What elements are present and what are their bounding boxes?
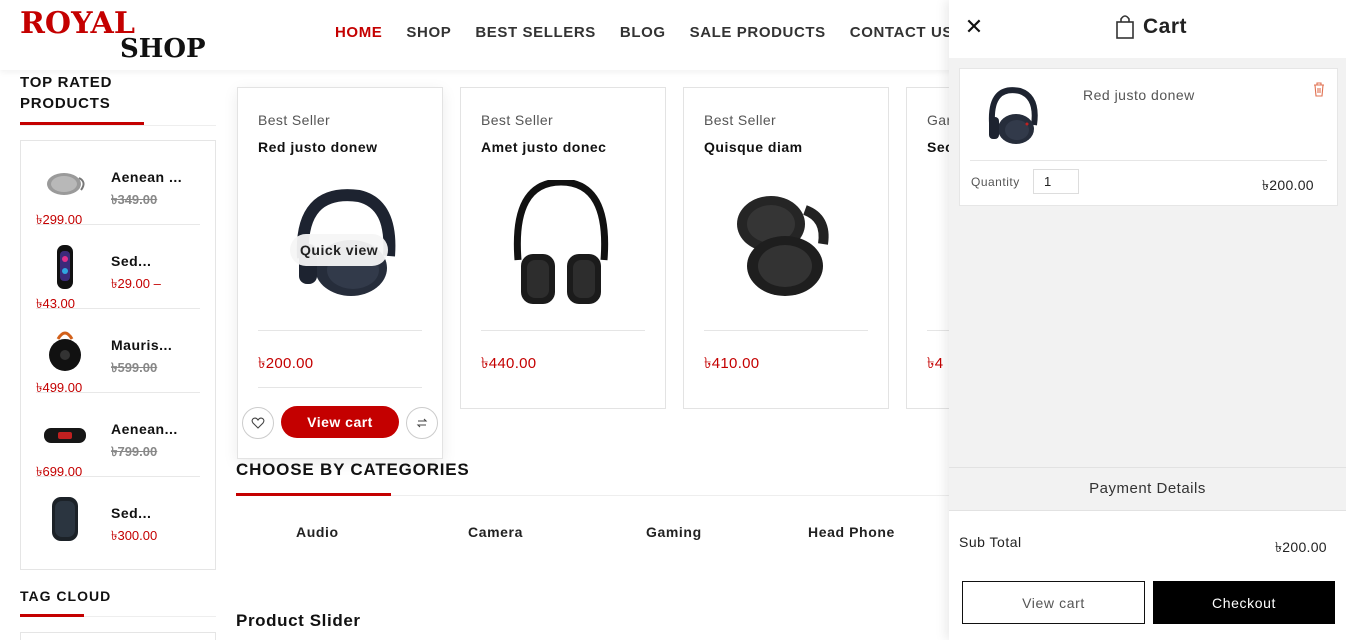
cart-header: ✕ Cart <box>949 0 1346 58</box>
product-name[interactable]: Aenean ... <box>111 169 182 185</box>
cart-item: Red justo donew Quantity ৳200.00 <box>959 68 1338 206</box>
product-price: ৳410.00 <box>704 355 760 372</box>
price: ৳300.00 <box>111 528 158 543</box>
site-logo[interactable]: ROYAL SHOP <box>20 6 206 64</box>
payment-details-heading: Payment Details <box>949 467 1346 511</box>
product-title[interactable]: Quisque diam <box>704 139 803 155</box>
logo-line1: ROYAL <box>20 6 135 41</box>
list-item[interactable]: Aenean ... ৳349.00 ৳299.00 <box>36 141 200 227</box>
product-slider-title: Product Slider <box>236 611 361 630</box>
headphones-icon <box>737 196 829 296</box>
category-camera[interactable]: Camera <box>468 524 523 540</box>
category-head-phone[interactable]: Head Phone <box>808 524 895 540</box>
product-card[interactable]: Best Seller Red justo donew Quick view ৳… <box>237 87 443 459</box>
product-tag[interactable]: Best Seller <box>258 112 330 128</box>
speaker-round-icon <box>49 331 81 371</box>
product-price: ৳4 <box>927 355 944 372</box>
cart-item-name[interactable]: Red justo donew <box>1083 87 1195 103</box>
nav-shop[interactable]: SHOP <box>406 24 451 41</box>
cart-item-divider <box>970 160 1327 161</box>
categories-underline <box>236 493 391 496</box>
compare-icon <box>416 418 428 428</box>
list-item[interactable]: Sed... ৳29.00 – ৳43.00 <box>36 225 200 311</box>
quantity-input[interactable] <box>1033 169 1079 194</box>
list-item[interactable]: Aenean... ৳799.00 ৳699.00 <box>36 393 200 479</box>
trash-icon[interactable] <box>1312 81 1326 97</box>
card-divider <box>258 387 422 388</box>
nav-sale-products[interactable]: SALE PRODUCTS <box>690 24 826 41</box>
product-tag[interactable]: Best Seller <box>481 112 553 128</box>
old-price: ৳349.00 <box>111 192 158 207</box>
price-from: ৳29.00 – <box>111 276 161 291</box>
headphones-icon <box>988 87 1038 144</box>
subtotal-value: ৳200.00 <box>1275 539 1327 555</box>
title-divider <box>20 125 216 126</box>
heart-icon <box>251 417 265 429</box>
top-rated-title: TOP RATED PRODUCTS <box>20 72 216 122</box>
top-rated-title-line1: TOP RATED <box>20 74 113 91</box>
nav-contact-us[interactable]: CONTACT US <box>850 24 953 41</box>
card-divider <box>481 330 645 331</box>
checkout-button[interactable]: Checkout <box>1153 581 1335 624</box>
categories-title: CHOOSE BY CATEGORIES <box>236 460 470 479</box>
quantity-label: Quantity <box>971 175 1020 189</box>
shopping-bag-icon <box>1116 15 1134 39</box>
product-card[interactable]: Best Seller Amet justo donec ৳440.00 <box>460 87 666 409</box>
product-title[interactable]: Amet justo donec <box>481 139 606 155</box>
wishlist-button[interactable] <box>242 407 274 439</box>
product-name[interactable]: Aenean... <box>111 421 178 437</box>
main-nav: HOME SHOP BEST SELLERS BLOG SALE PRODUCT… <box>335 24 977 41</box>
speaker-bar-icon <box>44 428 86 443</box>
top-rated-list: Aenean ... ৳349.00 ৳299.00 Sed... ৳29.00… <box>20 140 216 570</box>
product-title[interactable]: Red justo donew <box>258 139 378 155</box>
card-divider <box>704 330 868 331</box>
tag-cloud-title: TAG CLOUD <box>20 588 112 604</box>
category-gaming[interactable]: Gaming <box>646 524 702 540</box>
product-card[interactable]: Best Seller Quisque diam ৳410.00 <box>683 87 889 409</box>
speaker-tall-icon <box>57 245 73 289</box>
logo-line2: SHOP <box>120 34 206 64</box>
product-name[interactable]: Sed... <box>111 505 151 521</box>
product-price: ৳440.00 <box>481 355 537 372</box>
cart-title: Cart <box>1143 15 1188 38</box>
compare-button[interactable] <box>406 407 438 439</box>
tag-cloud-underline <box>20 614 84 617</box>
top-rated-title-line2: PRODUCTS <box>20 95 111 112</box>
nav-best-sellers[interactable]: BEST SELLERS <box>475 24 596 41</box>
nav-blog[interactable]: BLOG <box>620 24 666 41</box>
card-divider <box>258 330 422 331</box>
quick-view-button[interactable]: Quick view <box>290 234 389 266</box>
old-price: ৳599.00 <box>111 360 158 375</box>
list-item[interactable]: Mauris... ৳599.00 ৳499.00 <box>36 309 200 395</box>
old-price: ৳799.00 <box>111 444 158 459</box>
nav-home[interactable]: HOME <box>335 24 382 41</box>
product-price: ৳200.00 <box>258 355 314 372</box>
headphones-icon <box>513 180 609 304</box>
payment-details: Sub Total ৳200.00 View cart Checkout <box>949 511 1346 640</box>
view-cart-button[interactable]: View cart <box>281 406 399 438</box>
speaker-grey-icon <box>47 173 85 195</box>
product-tag[interactable]: Best Seller <box>704 112 776 128</box>
close-icon[interactable]: ✕ <box>961 14 987 40</box>
list-item[interactable]: Sed... ৳300.00 <box>36 477 200 561</box>
product-name[interactable]: Mauris... <box>111 337 172 353</box>
product-tag[interactable]: Gar <box>927 112 952 128</box>
cart-drawer: ✕ Cart Red justo donew Quantity ৳200.00 … <box>949 0 1346 640</box>
subtotal-label: Sub Total <box>959 534 1022 550</box>
category-audio[interactable]: Audio <box>296 524 339 540</box>
sidebar: TOP RATED PRODUCTS Aenean ... ৳349.00 ৳2… <box>20 72 216 570</box>
tag-cloud-box <box>20 632 216 640</box>
product-name[interactable]: Sed... <box>111 253 151 269</box>
cart-item-price: ৳200.00 <box>1262 177 1314 193</box>
view-cart-button[interactable]: View cart <box>962 581 1145 624</box>
smart-speaker-icon <box>52 497 78 541</box>
